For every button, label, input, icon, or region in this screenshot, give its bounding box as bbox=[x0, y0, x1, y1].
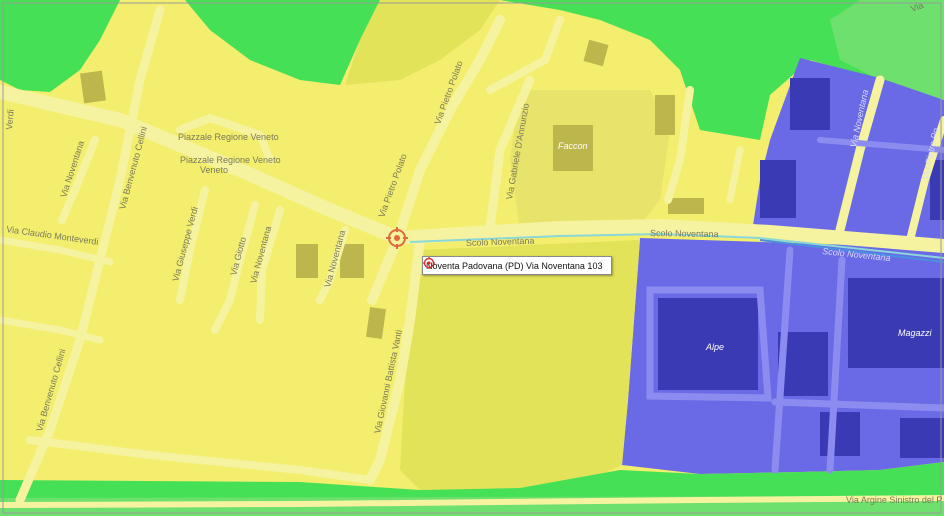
building bbox=[296, 244, 318, 278]
target-marker-icon bbox=[423, 257, 435, 269]
building bbox=[848, 278, 944, 368]
building bbox=[668, 198, 704, 214]
poi-label: Alpe bbox=[705, 342, 724, 352]
building bbox=[80, 70, 106, 104]
building bbox=[340, 244, 364, 278]
location-popup[interactable]: Noventa Padovana (PD) Via Noventana 103 bbox=[422, 256, 612, 275]
street-label: Verdi bbox=[4, 109, 16, 130]
coverage-area-lightyellow-s bbox=[400, 240, 640, 490]
building bbox=[760, 160, 796, 218]
street-label: Via Argine Sinistro del P bbox=[846, 495, 942, 505]
poi-label: Faccon bbox=[558, 141, 588, 151]
building bbox=[790, 78, 830, 130]
building bbox=[900, 418, 944, 458]
poi-label: Magazzi bbox=[898, 328, 933, 338]
popup-address-text: Noventa Padovana (PD) Via Noventana 103 bbox=[426, 260, 603, 271]
street-label: Piazzale Regione Veneto bbox=[180, 155, 281, 165]
building bbox=[820, 412, 860, 456]
street-label: Veneto bbox=[200, 165, 228, 175]
canal-label: Scolo Noventana bbox=[650, 228, 719, 239]
street-label: Piazzale Regione Veneto bbox=[178, 132, 279, 142]
building bbox=[655, 95, 675, 135]
coverage-map[interactable]: Verdi Via Noventana Via Benvenuto Cellin… bbox=[0, 0, 944, 516]
